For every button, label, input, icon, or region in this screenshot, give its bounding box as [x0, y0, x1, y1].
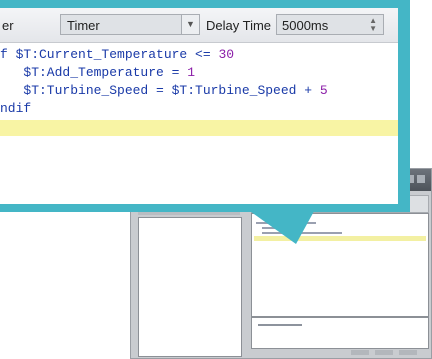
close-icon[interactable] [417, 175, 425, 183]
trigger-label-fragment: er [2, 18, 14, 33]
trigger-mode-select[interactable]: Timer ▼ [60, 14, 200, 35]
code-line-4: ndif [0, 101, 31, 118]
script-toolbar: er Timer ▼ Delay Time 5000ms ▲ ▼ [0, 8, 398, 43]
mini-status-button[interactable] [399, 350, 417, 355]
current-line-highlight [0, 120, 398, 136]
code-line-3: $T:Turbine_Speed = $T:Turbine_Speed + 5 [0, 83, 328, 100]
code-number: 1 [187, 65, 196, 80]
trigger-mode-value: Timer [67, 18, 100, 33]
mini-status-button[interactable] [351, 350, 369, 355]
code-number: 30 [218, 47, 235, 62]
mini-status-bar [251, 349, 427, 357]
code-text: $T:Turbine_Speed = $T:Turbine_Speed + [0, 83, 320, 98]
code-text: ndif [0, 101, 32, 116]
mini-output-line [258, 324, 302, 326]
mini-current-line [254, 236, 426, 241]
delay-time-value: 5000ms [282, 18, 329, 33]
spin-updown-icon[interactable]: ▲ ▼ [369, 17, 377, 33]
zoomed-editor-view: er Timer ▼ Delay Time 5000ms ▲ ▼ f $T:Cur… [0, 8, 398, 204]
code-line-2: $T:Add_Temperature = 1 [0, 65, 195, 82]
code-text: $T:Add_Temperature = [0, 65, 188, 80]
code-number: 5 [319, 83, 328, 98]
delay-time-label: Delay Time [206, 18, 272, 33]
mini-code-line [262, 232, 342, 234]
chevron-down-icon[interactable]: ▼ [181, 15, 199, 34]
left-panel[interactable] [138, 217, 242, 357]
mini-code-line [256, 222, 316, 224]
code-line-1: f $T:Current_Temperature <= 30 [0, 47, 234, 64]
zoom-callout: er Timer ▼ Delay Time 5000ms ▲ ▼ f $T:Cur… [0, 0, 410, 212]
mini-code-line [262, 227, 302, 229]
mini-output-panel [251, 317, 429, 349]
script-code-editor[interactable]: f $T:Current_Temperature <= 30 $T:Add_Te… [0, 43, 398, 204]
code-text: f $T:Current_Temperature <= [0, 47, 219, 62]
mini-status-button[interactable] [375, 350, 393, 355]
mini-script-editor[interactable] [251, 213, 429, 317]
delay-time-input[interactable]: 5000ms ▲ ▼ [276, 14, 384, 35]
